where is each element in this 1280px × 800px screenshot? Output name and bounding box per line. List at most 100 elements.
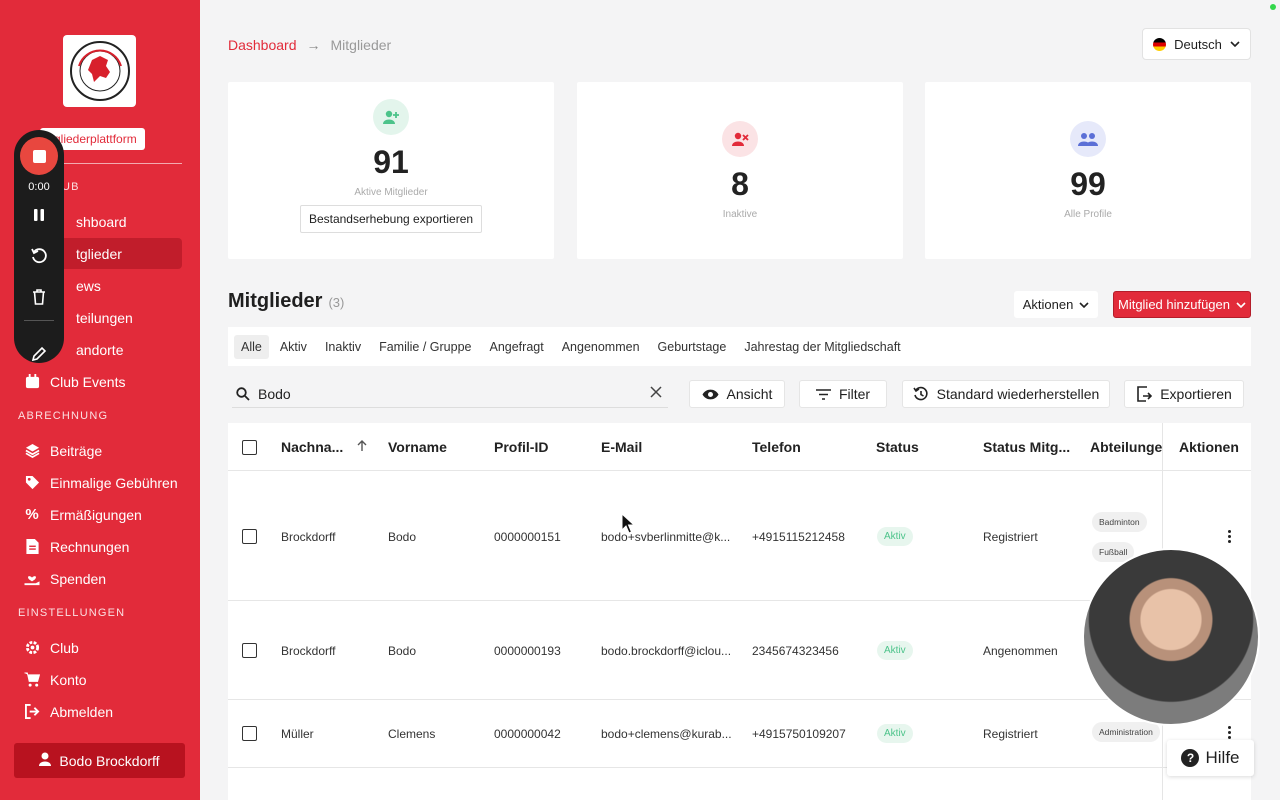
filter-icon bbox=[815, 388, 831, 400]
tab-accepted[interactable]: Angenommen bbox=[555, 335, 647, 359]
language-select[interactable]: Deutsch bbox=[1142, 28, 1251, 60]
row-checkbox[interactable] bbox=[242, 643, 257, 658]
tab-membership-anniversary[interactable]: Jahrestag der Mitgliedschaft bbox=[737, 335, 907, 359]
breadcrumb: Dashboard → Mitglieder bbox=[228, 37, 391, 53]
tab-birthdays[interactable]: Geburtstage bbox=[651, 335, 734, 359]
cell-lastname: Brockdorff bbox=[281, 530, 336, 544]
sidebar-item-fees[interactable]: Beiträge bbox=[14, 435, 182, 466]
members-list-title: Mitglieder (3) bbox=[228, 290, 344, 313]
cell-profile-id: 0000000151 bbox=[494, 530, 561, 544]
status-badge: Aktiv bbox=[877, 724, 913, 743]
breadcrumb-dashboard-link[interactable]: Dashboard bbox=[228, 37, 297, 53]
column-header-status[interactable]: Status bbox=[876, 439, 919, 455]
view-button[interactable]: Ansicht bbox=[689, 380, 785, 408]
column-header-profile-id[interactable]: Profil-ID bbox=[494, 439, 548, 455]
sidebar-item-club-events[interactable]: Club Events bbox=[14, 366, 182, 397]
status-badge: Aktiv bbox=[877, 641, 913, 660]
sidebar: itgliederplattform UB shboard tglieder e… bbox=[0, 0, 200, 800]
close-icon[interactable] bbox=[650, 386, 662, 398]
trash-icon bbox=[33, 289, 45, 305]
stop-recording-button[interactable] bbox=[20, 137, 58, 175]
actions-label: Aktionen bbox=[1022, 297, 1074, 312]
row-checkbox[interactable] bbox=[242, 726, 257, 741]
tab-active[interactable]: Aktiv bbox=[273, 335, 314, 359]
eye-icon bbox=[702, 389, 719, 399]
tab-all[interactable]: Alle bbox=[234, 334, 269, 359]
user-profile-button[interactable]: Bodo Brockdorff bbox=[14, 743, 185, 778]
tag-icon bbox=[24, 475, 40, 491]
draw-button[interactable] bbox=[27, 342, 51, 366]
list-title-text: Mitglieder bbox=[228, 290, 323, 312]
user-name: Bodo Brockdorff bbox=[59, 752, 160, 769]
cell-firstname: Bodo bbox=[388, 530, 417, 544]
cell-lastname: Brockdorff bbox=[281, 644, 336, 658]
cell-profile-id: 0000000193 bbox=[494, 644, 561, 658]
department-tag: Administration bbox=[1092, 722, 1160, 742]
pause-button[interactable] bbox=[27, 203, 51, 227]
filter-tabs: Alle Aktiv Inaktiv Familie / Gruppe Ange… bbox=[228, 327, 1251, 366]
sidebar-item-one-time-fees[interactable]: Einmalige Gebühren bbox=[14, 467, 182, 498]
sidebar-item-label: Beiträge bbox=[50, 442, 103, 459]
cell-email: bodo+clemens@kurab... bbox=[601, 727, 732, 741]
table-row[interactable]: Müller Clemens 0000000042 bodo+clemens@k… bbox=[228, 700, 1251, 768]
more-vertical-icon[interactable] bbox=[1228, 530, 1232, 545]
more-vertical-icon[interactable] bbox=[1228, 726, 1232, 741]
german-flag-icon bbox=[1153, 37, 1167, 51]
sidebar-item-discounts[interactable]: % Ermäßigungen bbox=[14, 499, 182, 530]
sidebar-item-label: tglieder bbox=[76, 245, 122, 262]
filter-button[interactable]: Filter bbox=[799, 380, 887, 408]
column-header-firstname[interactable]: Vorname bbox=[388, 439, 447, 455]
cell-member-status: Angenommen bbox=[983, 644, 1058, 658]
language-label: Deutsch bbox=[1174, 36, 1222, 52]
help-button[interactable]: ? Hilfe bbox=[1167, 740, 1254, 776]
cell-phone: +4915115212458 bbox=[752, 530, 845, 544]
column-header-email[interactable]: E-Mail bbox=[601, 439, 642, 455]
column-header-member-status[interactable]: Status Mitg... bbox=[983, 439, 1070, 455]
tab-requested[interactable]: Angefragt bbox=[482, 335, 550, 359]
add-member-label: Mitglied hinzufügen bbox=[1117, 297, 1231, 312]
cell-firstname: Clemens bbox=[388, 727, 436, 741]
sidebar-item-logout[interactable]: Abmelden bbox=[14, 696, 182, 727]
actions-dropdown-button[interactable]: Aktionen bbox=[1014, 291, 1098, 318]
table-row[interactable]: Brockdorff Bodo 0000000151 bodo+svberlin… bbox=[228, 472, 1251, 601]
sidebar-item-label: Konto bbox=[50, 671, 87, 688]
list-count: (3) bbox=[328, 295, 345, 310]
search-icon bbox=[236, 386, 250, 401]
gear-icon bbox=[24, 640, 40, 656]
add-member-button[interactable]: Mitglied hinzufügen bbox=[1113, 291, 1251, 318]
select-all-checkbox[interactable] bbox=[242, 440, 257, 455]
delete-button[interactable] bbox=[27, 285, 51, 309]
search-input[interactable] bbox=[258, 385, 638, 402]
column-header-lastname[interactable]: Nachna... bbox=[281, 439, 367, 455]
export-icon bbox=[1137, 386, 1153, 402]
export-inventory-button[interactable]: Bestandserhebung exportieren bbox=[300, 205, 482, 233]
column-header-departments[interactable]: Abteilunge bbox=[1090, 439, 1162, 455]
sidebar-item-donations[interactable]: Spenden bbox=[14, 563, 182, 594]
row-checkbox[interactable] bbox=[242, 529, 257, 544]
cell-member-status: Registriert bbox=[983, 530, 1038, 544]
chevron-down-icon bbox=[1236, 301, 1246, 308]
stat-card-active: 91 Aktive Mitglieder Bestandserhebung ex… bbox=[228, 82, 554, 259]
percent-icon: % bbox=[25, 506, 39, 523]
sidebar-item-label: teilungen bbox=[76, 309, 133, 326]
breadcrumb-arrow-icon: → bbox=[306, 37, 321, 53]
screen-recorder-toolbar: 0:00 bbox=[14, 130, 64, 363]
sidebar-item-account[interactable]: Konto bbox=[14, 664, 182, 695]
filter-label: Filter bbox=[838, 386, 871, 402]
sidebar-item-label: Rechnungen bbox=[50, 538, 130, 555]
cart-icon bbox=[24, 672, 40, 688]
export-button[interactable]: Exportieren bbox=[1124, 380, 1244, 408]
tab-inactive[interactable]: Inaktiv bbox=[318, 335, 368, 359]
reset-default-button[interactable]: Standard wiederherstellen bbox=[902, 380, 1110, 408]
restart-button[interactable] bbox=[27, 244, 51, 268]
sidebar-item-invoices[interactable]: Rechnungen bbox=[14, 531, 182, 562]
column-header-phone[interactable]: Telefon bbox=[752, 439, 801, 455]
webcam-overlay bbox=[1082, 548, 1260, 726]
cell-lastname: Müller bbox=[281, 727, 314, 741]
stat-label: Inaktive bbox=[722, 209, 758, 220]
club-logo[interactable] bbox=[63, 35, 136, 107]
section-title-settings: EINSTELLUNGEN bbox=[18, 607, 126, 619]
cell-phone: 2345674323456 bbox=[752, 644, 839, 658]
sidebar-item-club[interactable]: Club bbox=[14, 632, 182, 663]
tab-family-group[interactable]: Familie / Gruppe bbox=[372, 335, 478, 359]
